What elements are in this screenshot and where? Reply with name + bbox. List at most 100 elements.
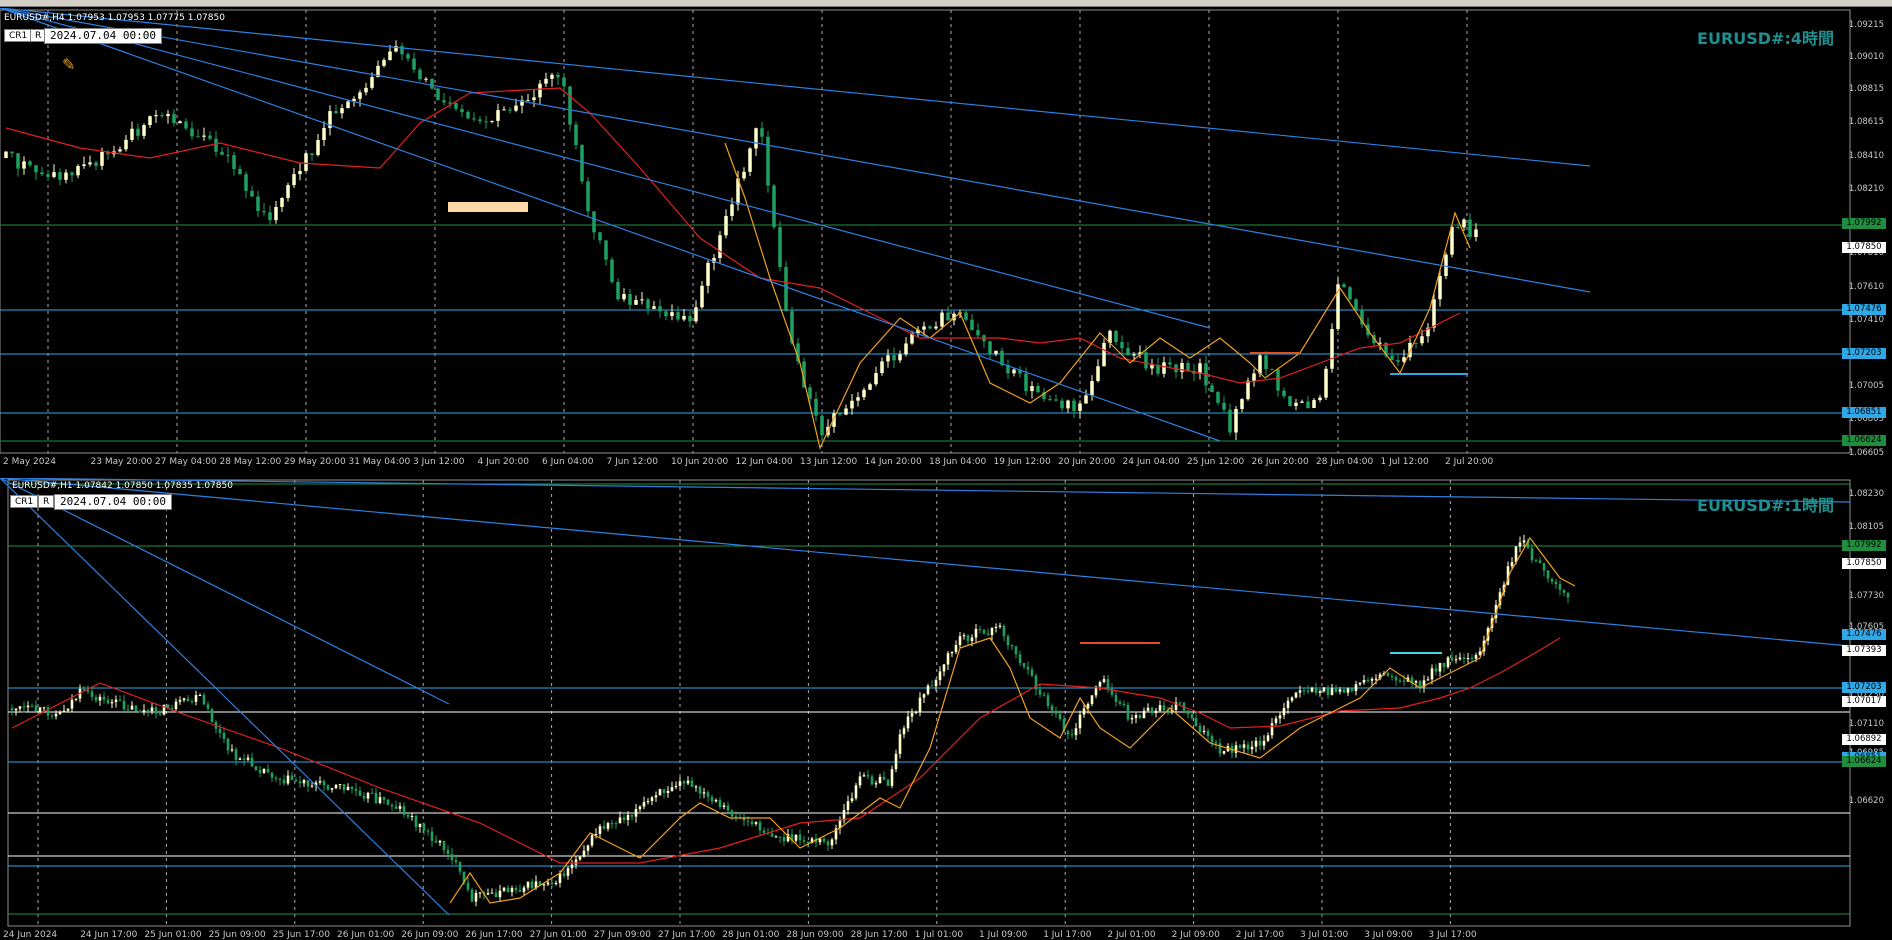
candle-body — [448, 102, 452, 104]
trendline — [0, 8, 1211, 329]
candle-body — [966, 635, 970, 641]
candle-body — [822, 838, 826, 842]
candle-body — [318, 781, 322, 783]
candle-body — [64, 172, 68, 180]
time-axis-tick: 25 Jun 09:00 — [208, 930, 266, 940]
candle-body — [150, 707, 154, 712]
candle-body — [1190, 714, 1194, 719]
time-axis-tick: 1 Jul 17:00 — [1043, 930, 1092, 940]
time-axis-tick: 1 Jul 12:00 — [1380, 457, 1429, 467]
candle-body — [614, 823, 618, 825]
price-level-label: 1.07203 — [1842, 348, 1886, 359]
candle-body — [724, 215, 728, 236]
candle-body — [880, 361, 884, 374]
time-axis-tick: 31 May 04:00 — [348, 457, 411, 467]
candle-body — [114, 699, 118, 702]
candle-body — [1518, 542, 1522, 547]
candle-body — [74, 698, 78, 700]
candle-body — [530, 881, 534, 889]
candle-body — [1306, 401, 1310, 409]
candle-body — [1186, 362, 1190, 371]
candle-body — [340, 108, 344, 114]
candle-body — [1314, 687, 1318, 693]
candle-body — [898, 734, 902, 754]
candle-body — [954, 644, 958, 653]
candle-body — [118, 699, 122, 701]
h4-cr-button[interactable]: CR1 — [4, 29, 33, 42]
candle-body — [1550, 578, 1554, 582]
pin-icon[interactable]: ✎ — [62, 55, 75, 74]
candle-body — [194, 695, 198, 702]
candle-body — [1348, 287, 1352, 300]
candle-body — [934, 326, 938, 329]
candle-body — [858, 776, 862, 786]
candle-body — [670, 312, 674, 317]
candle-body — [1242, 744, 1246, 748]
candle-body — [1078, 403, 1082, 411]
candle-body — [522, 887, 526, 892]
h1-chart-pane[interactable]: EURUSD#,H1 1.07842 1.07850 1.07835 1.078… — [0, 478, 1892, 940]
candle-body — [1066, 400, 1070, 409]
candle-body — [502, 109, 506, 111]
time-axis-tick: 29 May 20:00 — [284, 457, 346, 467]
candle-body — [1456, 227, 1460, 229]
price-level-label: 1.07017 — [1842, 696, 1886, 707]
candle-body — [946, 653, 950, 665]
candle-body — [1290, 697, 1294, 701]
time-axis-tick: 4 Jun 20:00 — [477, 457, 529, 467]
h1-cr-button[interactable]: CR1 — [10, 495, 39, 508]
candle-body — [1026, 666, 1030, 670]
candle-body — [442, 840, 446, 850]
candle-body — [598, 232, 602, 241]
candle-body — [178, 121, 182, 124]
candle-body — [550, 882, 554, 884]
candle-body — [1246, 380, 1250, 400]
candle-body — [426, 830, 430, 832]
h4-date-field[interactable]: 2024.07.04 00:00 — [44, 28, 162, 44]
candle-body — [1270, 369, 1274, 371]
candle-body — [94, 696, 98, 701]
h4-timeframe-title: EURUSD#:4時間 — [1697, 29, 1834, 48]
candle-body — [686, 780, 690, 784]
candle-body — [1354, 684, 1358, 691]
candle-body — [450, 854, 454, 861]
candle-body — [754, 822, 758, 824]
h1-chart-canvas[interactable] — [0, 478, 1892, 938]
candle-body — [220, 151, 224, 155]
candle-body — [244, 174, 248, 191]
candle-body — [938, 671, 942, 681]
rectangle-object — [448, 202, 528, 212]
candle-body — [382, 797, 386, 800]
h4-chart-canvas[interactable] — [0, 8, 1892, 458]
candle-body — [382, 60, 386, 66]
plot-frame — [0, 9, 1851, 454]
candle-body — [256, 196, 260, 212]
candle-body — [990, 628, 994, 635]
candle-body — [1350, 688, 1354, 691]
candle-body — [1090, 381, 1094, 396]
candle-body — [142, 710, 146, 712]
candle-body — [658, 789, 662, 796]
candle-body — [366, 792, 370, 799]
candle-body — [484, 121, 488, 123]
candle-body — [1054, 399, 1058, 401]
candle-body — [1138, 715, 1142, 718]
candle-body — [978, 629, 982, 631]
time-axis-tick: 2 May 2024 — [3, 457, 56, 467]
h1-r-button[interactable]: R — [38, 495, 55, 508]
candle-body — [1090, 695, 1094, 704]
candle-body — [490, 892, 494, 894]
candle-body — [42, 707, 46, 709]
candle-body — [974, 629, 978, 638]
candle-body — [418, 823, 422, 827]
candle-body — [930, 685, 934, 687]
h1-date-field[interactable]: 2024.07.04 00:00 — [54, 494, 172, 510]
candle-body — [1178, 702, 1182, 704]
candle-body — [808, 387, 812, 399]
h4-chart-pane[interactable]: EURUSD#,H4 1.07953 1.07953 1.07775 1.078… — [0, 8, 1892, 467]
candle-body — [458, 862, 462, 872]
candle-body — [406, 54, 410, 59]
candle-body — [1402, 680, 1406, 682]
candle-body — [1072, 400, 1076, 411]
candle-body — [1276, 369, 1280, 391]
